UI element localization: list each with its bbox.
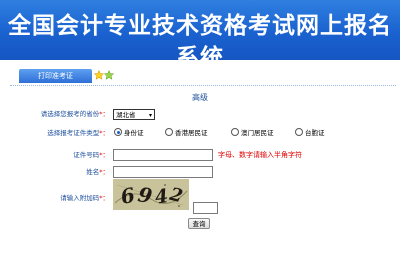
id-number-label-row: 证件号码*： [0, 150, 109, 160]
chevron-down-icon: ▾ [148, 112, 152, 119]
radio-button[interactable] [231, 128, 239, 136]
captcha-graphic: 6 9 4 2 [113, 179, 189, 210]
radio-hk-resident[interactable]: 香港居民证 [165, 128, 208, 138]
province-label-row: 请选择您报考的省份*： [0, 109, 109, 119]
captcha-label-row: 请输入附加码*： [0, 193, 109, 203]
radio-button[interactable] [295, 128, 303, 136]
id-number-label: 证件号码*： [73, 151, 109, 159]
id-number-hint: 字母、数字请输入半角字符 [218, 151, 302, 159]
tab-bar: 打印准考证 [10, 67, 396, 86]
captcha-label: 请输入附加码*： [60, 194, 109, 202]
radio-id-card[interactable]: 身份证 [114, 128, 144, 138]
id-number-input[interactable] [113, 149, 213, 161]
page: 全国会计专业技术资格考试网上报名系统 打印准考证 高级 请选择您报考的省份*： … [0, 0, 400, 260]
province-select[interactable]: 湖北省 ▾ [113, 109, 155, 120]
page-title: 全国会计专业技术资格考试网上报名系统 [8, 13, 392, 71]
star-icon [94, 70, 104, 80]
radio-button-selected[interactable] [114, 128, 122, 136]
header-banner: 全国会计专业技术资格考试网上报名系统 [0, 0, 400, 71]
radio-button[interactable] [165, 128, 173, 136]
captcha-input[interactable] [193, 202, 218, 214]
name-label: 姓名*： [86, 168, 109, 176]
province-value: 湖北省 [116, 111, 136, 119]
form-title: 高级 [192, 93, 208, 102]
radio-macau-resident[interactable]: 澳门居民证 [231, 128, 274, 138]
query-button[interactable]: 查询 [188, 218, 210, 229]
star-icon [104, 70, 114, 80]
captcha-image[interactable]: 6 9 4 2 [113, 179, 189, 210]
radio-taiwan-permit[interactable]: 台胞证 [295, 128, 325, 138]
name-input[interactable] [113, 166, 213, 178]
province-label: 请选择您报考的省份*： [40, 110, 109, 118]
name-label-row: 姓名*： [0, 167, 109, 177]
id-type-label-row: 选择报考证件类型*： [0, 128, 109, 138]
tab-print-admission[interactable]: 打印准考证 [19, 69, 92, 83]
id-type-label: 选择报考证件类型*： [47, 129, 109, 137]
